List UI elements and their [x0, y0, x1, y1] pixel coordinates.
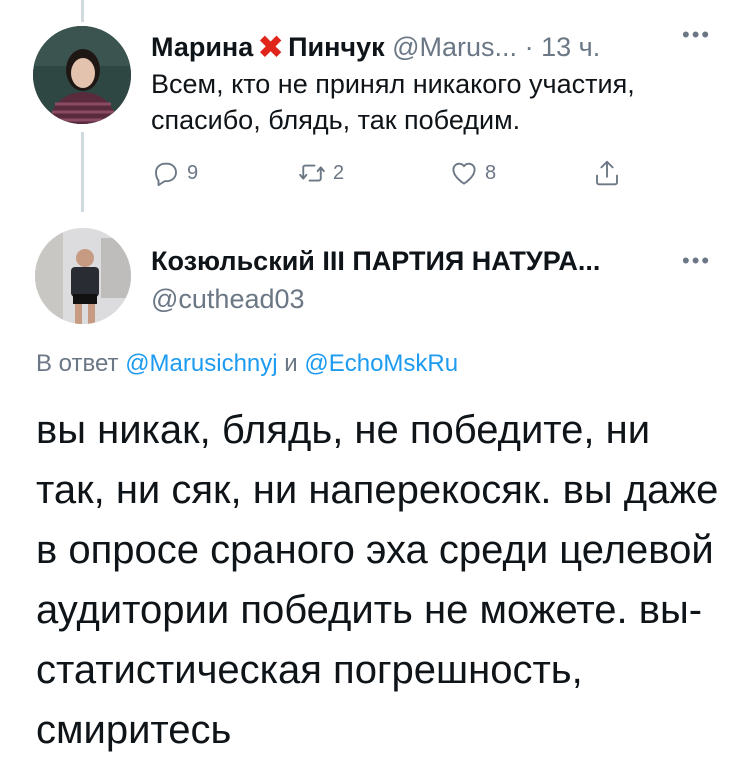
- reply-context: В ответ @Marusichnyj и @EchoMskRu: [36, 350, 458, 378]
- author-handle[interactable]: @cuthead03: [151, 284, 305, 315]
- author-name-first[interactable]: Марина: [151, 32, 253, 62]
- author-name-last[interactable]: Пинчук: [288, 32, 385, 62]
- retweet-icon: [299, 164, 325, 182]
- avatar-tweet1[interactable]: [33, 26, 131, 124]
- avatar-tweet2[interactable]: [35, 228, 131, 324]
- reply-and: и: [284, 350, 298, 377]
- share-icon: [596, 160, 618, 186]
- reply-icon: [155, 162, 177, 187]
- separator-dot: ·: [524, 32, 534, 62]
- thread-line-connector: [81, 132, 84, 212]
- reply-button[interactable]: 9: [151, 158, 198, 188]
- more-icon[interactable]: •••: [682, 248, 711, 274]
- tweet2-text: вы никак, блядь, не победите, ни так, ни…: [36, 408, 719, 752]
- reply-prefix: В ответ: [36, 350, 119, 377]
- tweet1-header: Марина ✖ Пинчук @Marus... · 13 ч.: [151, 26, 600, 65]
- retweet-button[interactable]: 2: [297, 158, 344, 188]
- more-icon[interactable]: •••: [682, 22, 711, 48]
- reply-count: 9: [187, 161, 199, 184]
- author-name[interactable]: Козюльский III ПАРТИЯ НАТУРА...: [151, 246, 600, 277]
- thread-line-top: [81, 0, 84, 22]
- tweet1-text: Всем, кто не принял никакого участия, сп…: [151, 69, 635, 135]
- like-count: 8: [485, 161, 497, 184]
- mention-link[interactable]: @Marusichnyj: [125, 350, 277, 377]
- x-mark-icon: ✖: [257, 29, 285, 65]
- like-icon: [452, 162, 476, 185]
- retweet-count: 2: [333, 161, 345, 184]
- author-handle[interactable]: @Marus...: [392, 32, 517, 62]
- timestamp[interactable]: 13 ч.: [541, 32, 600, 62]
- mention-link[interactable]: @EchoMskRu: [304, 350, 458, 377]
- share-button[interactable]: [592, 158, 628, 188]
- like-button[interactable]: 8: [449, 158, 496, 188]
